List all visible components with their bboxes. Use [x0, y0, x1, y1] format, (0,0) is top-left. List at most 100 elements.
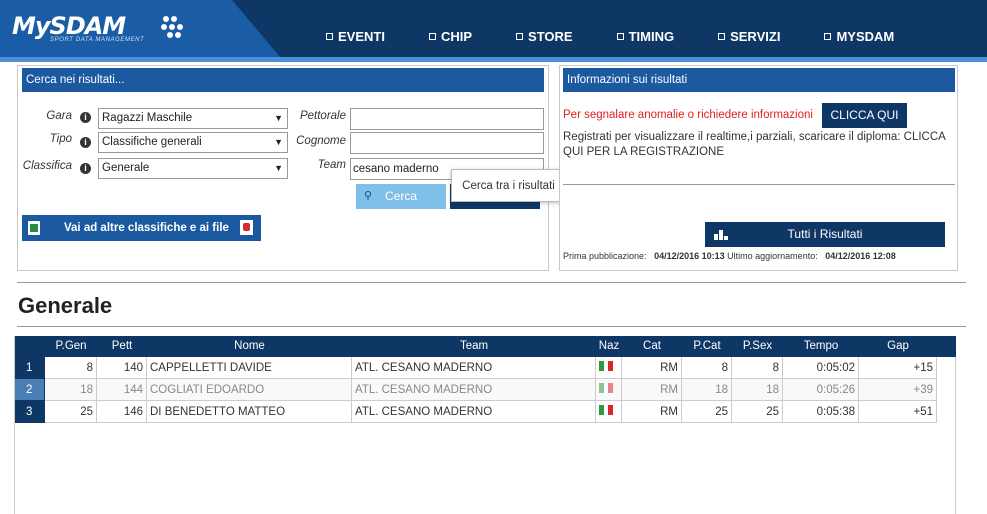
- classifica-label: Classifica: [22, 160, 72, 172]
- excel-icon: [28, 221, 40, 235]
- altre-classifiche-button[interactable]: Vai ad altre classifiche e ai file: [22, 215, 261, 241]
- col-pcat[interactable]: P.Cat: [682, 336, 732, 357]
- row-position: 2: [15, 379, 45, 401]
- square-icon: [824, 33, 832, 40]
- warn-text: Per segnalare anomalie o richiedere info…: [563, 109, 813, 121]
- logo-area[interactable]: MySDAM SPORT DATA MANAGEMENT: [0, 0, 280, 57]
- table-row[interactable]: 2 18 144 COGLIATI EDOARDO ATL. CESANO MA…: [15, 379, 937, 401]
- tipo-label: Tipo: [49, 133, 72, 145]
- cell-nome[interactable]: CAPPELLETTI DAVIDE: [147, 357, 352, 379]
- cerca-button[interactable]: ⚲ Cerca: [356, 184, 446, 209]
- cell-pcat: 8: [682, 357, 732, 379]
- search-panel-title: Cerca nei risultati...: [22, 68, 544, 92]
- cell-cat: RM: [622, 357, 682, 379]
- nav-label: SERVIZI: [730, 29, 781, 44]
- nav-chip[interactable]: CHIP: [428, 29, 473, 44]
- cognome-label: Cognome: [296, 135, 346, 147]
- info-icon[interactable]: i: [80, 112, 91, 123]
- logo-mark-icon: [161, 16, 183, 38]
- cell-team: ATL. CESANO MADERNO: [352, 357, 596, 379]
- tutti-risultati-label: Tutti i Risultati: [787, 227, 863, 241]
- table-row[interactable]: 1 8 140 CAPPELLETTI DAVIDE ATL. CESANO M…: [15, 357, 937, 379]
- square-icon: [718, 33, 726, 40]
- altre-classifiche-label: Vai ad altre classifiche e ai file: [64, 222, 229, 234]
- cell-pgen: 25: [45, 401, 97, 423]
- row-position: 3: [15, 401, 45, 423]
- col-tempo[interactable]: Tempo: [783, 336, 859, 357]
- cell-pgen: 18: [45, 379, 97, 401]
- cell-tempo: 0:05:26: [783, 379, 859, 401]
- nav-servizi[interactable]: SERVIZI: [718, 29, 780, 44]
- prima-value: 04/12/2016 10:13: [654, 251, 725, 261]
- square-icon: [616, 33, 624, 40]
- cell-naz: [596, 401, 622, 423]
- results-table: P.Gen Pett Nome Team Naz Cat P.Cat P.Sex…: [14, 336, 956, 514]
- cell-team: ATL. CESANO MADERNO: [352, 401, 596, 423]
- cell-psex: 18: [732, 379, 783, 401]
- cell-pett: 140: [97, 357, 147, 379]
- col-cat[interactable]: Cat: [622, 336, 682, 357]
- nav-timing[interactable]: TIMING: [616, 29, 675, 44]
- cell-nome[interactable]: DI BENEDETTO MATTEO: [147, 401, 352, 423]
- cell-cat: RM: [622, 401, 682, 423]
- cell-gap: +15: [859, 357, 937, 379]
- cell-nome[interactable]: COGLIATI EDOARDO: [147, 379, 352, 401]
- cell-pgen: 8: [45, 357, 97, 379]
- table-row[interactable]: 3 25 146 DI BENEDETTO MATTEO ATL. CESANO…: [15, 401, 937, 423]
- nav-store[interactable]: STORE: [516, 29, 573, 44]
- col-psex[interactable]: P.Sex: [732, 336, 783, 357]
- cell-pcat: 25: [682, 401, 732, 423]
- col-gap[interactable]: Gap: [859, 336, 937, 357]
- main-nav: EVENTI CHIP STORE TIMING SERVIZI MYSDAM: [326, 29, 894, 44]
- pettorale-label: Pettorale: [299, 110, 346, 122]
- search-tooltip: Cerca tra i risultati: [451, 169, 566, 202]
- logo[interactable]: MySDAM: [12, 12, 126, 40]
- cognome-input[interactable]: [350, 132, 544, 154]
- ultimo-label: Ultimo aggiornamento:: [727, 251, 818, 261]
- info-icon[interactable]: i: [80, 163, 91, 174]
- cell-naz: [596, 379, 622, 401]
- publication-info: Prima pubblicazione: 04/12/2016 10:13 Ul…: [563, 251, 896, 261]
- col-team[interactable]: Team: [352, 336, 596, 357]
- square-icon: [428, 33, 436, 40]
- gara-select-value: Ragazzi Maschile: [102, 112, 193, 124]
- tipo-select[interactable]: Classifiche generali ▼: [98, 132, 288, 153]
- cell-pcat: 18: [682, 379, 732, 401]
- divider: [563, 184, 955, 185]
- caret-down-icon: ▼: [274, 163, 283, 173]
- italy-flag-icon: [599, 361, 613, 371]
- registration-text[interactable]: Registrati per visualizzare il realtime,…: [563, 130, 953, 160]
- square-icon: [326, 33, 333, 40]
- clicca-qui-button[interactable]: CLICCA QUI: [822, 103, 907, 128]
- gara-label: Gara: [46, 110, 72, 122]
- caret-down-icon: ▼: [274, 113, 283, 123]
- cell-gap: +39: [859, 379, 937, 401]
- nav-label: CHIP: [440, 29, 473, 44]
- cell-tempo: 0:05:38: [783, 401, 859, 423]
- cerca-button-label: Cerca: [384, 189, 417, 203]
- square-icon: [516, 33, 524, 40]
- cell-gap: +51: [859, 401, 937, 423]
- nav-label: EVENTI: [338, 29, 385, 44]
- italy-flag-icon: [599, 405, 613, 415]
- classifica-select[interactable]: Generale ▼: [98, 158, 288, 179]
- gara-select[interactable]: Ragazzi Maschile ▼: [98, 108, 288, 129]
- info-panel-title: Informazioni sui risultati: [563, 68, 955, 92]
- cell-cat: RM: [622, 379, 682, 401]
- nav-mysdam[interactable]: MYSDAM: [824, 29, 894, 44]
- italy-flag-icon: [599, 383, 613, 393]
- col-naz[interactable]: Naz: [596, 336, 622, 357]
- row-position: 1: [15, 357, 45, 379]
- cell-naz: [596, 357, 622, 379]
- col-pett[interactable]: Pett: [97, 336, 147, 357]
- info-icon[interactable]: i: [80, 137, 91, 148]
- tutti-risultati-button[interactable]: Tutti i Risultati: [705, 222, 945, 247]
- nav-label: MYSDAM: [836, 29, 895, 44]
- cell-pett: 146: [97, 401, 147, 423]
- col-pgen[interactable]: P.Gen: [45, 336, 97, 357]
- nav-label: STORE: [528, 29, 573, 44]
- pettorale-input[interactable]: [350, 108, 544, 130]
- nav-eventi[interactable]: EVENTI: [326, 29, 385, 44]
- col-nome[interactable]: Nome: [147, 336, 352, 357]
- nav-label: TIMING: [628, 29, 675, 44]
